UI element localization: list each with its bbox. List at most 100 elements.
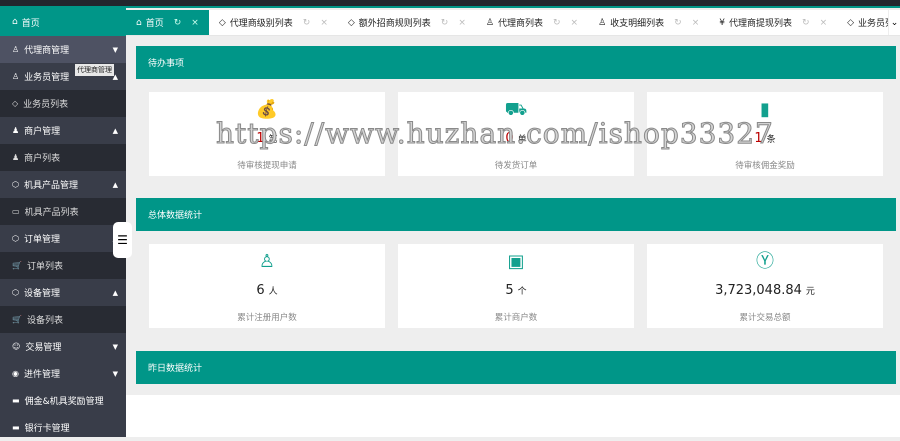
sidebar-item[interactable]: ⬡ 设备管理 ▲ [0, 279, 126, 306]
refresh-icon[interactable]: ↻ [174, 18, 182, 28]
sidebar-item-label: 商户列表 [24, 154, 61, 164]
sidebar-item-label: 代理商管理 [24, 46, 70, 56]
refresh-icon[interactable]: ↻ [303, 18, 311, 28]
sidebar-item[interactable]: ☺ 交易管理 ▼ [0, 333, 126, 360]
tab[interactable]: ⌂ 首页 ↻ × [126, 10, 209, 35]
stat-unit: 单 [517, 135, 527, 145]
users-icon: ♟ [12, 126, 20, 135]
top-bar [0, 0, 900, 8]
user-icon: ♙ [258, 251, 276, 272]
refresh-icon[interactable]: ↻ [674, 18, 682, 28]
stat-value: 3,723,048.84 元 [715, 283, 815, 301]
refresh-icon[interactable]: ↻ [441, 18, 449, 28]
home-icon: ⌂ [136, 17, 142, 28]
sidebar-item-label: 交易管理 [25, 343, 62, 353]
sidebar-item-label: 进件管理 [23, 370, 60, 380]
stat-card[interactable]: ♙ 6 人累计注册用户数 [149, 244, 385, 328]
yesterday-body [126, 395, 900, 437]
refresh-icon[interactable]: ↻ [802, 18, 810, 28]
sidebar-item[interactable]: ▬ 佣金&机具奖励管理 [0, 387, 126, 414]
stat-value: 6人 [256, 283, 277, 301]
box-icon: ⬡ [12, 234, 19, 243]
stat-label: 待发货订单 [494, 161, 538, 171]
chevron-down-icon[interactable]: ⌄ [888, 10, 900, 35]
diamond-icon: ◇ [347, 17, 355, 28]
sidebar-item[interactable]: ♟ 商户管理 ▲ [0, 117, 126, 144]
card-icon: ▬ [12, 423, 20, 432]
tab[interactable]: ◇ 代理商级别列表 ↻ × [209, 10, 338, 35]
sidebar-item-label: 机具产品管理 [23, 181, 78, 191]
caret-down-icon: ▼ [112, 369, 118, 378]
yen-circle-icon: Ⓨ [756, 251, 774, 272]
stat-card[interactable]: Ⓨ 3,723,048.84 元累计交易总额 [647, 244, 883, 328]
stat-label: 累计注册用户数 [237, 313, 297, 323]
stat-card[interactable]: ▮ 1 条待审核佣金奖励 [647, 92, 883, 176]
sidebar-item[interactable]: ◇ 业务员列表 [0, 90, 126, 117]
stat-card[interactable]: 💰 1 笔待审核提现申请 [149, 92, 385, 176]
stat-value: 0单 [505, 131, 526, 149]
yen-icon: ¥ [719, 17, 725, 28]
close-icon[interactable]: × [458, 18, 466, 28]
box-icon: ⬡ [12, 180, 19, 189]
sidebar-item-label: 设备列表 [26, 316, 63, 326]
sidebar-item[interactable]: ⬡订单管理▲ [0, 225, 126, 252]
caret-up-icon: ▲ [112, 126, 118, 135]
sidebar-item-label: 订单管理 [23, 235, 60, 245]
card-icon: ▬ [12, 396, 20, 405]
close-icon[interactable]: × [692, 18, 700, 28]
sidebar-item[interactable]: ♙ 代理商管理 ▼ [0, 36, 126, 63]
tab[interactable]: ♙ 收支明细列表 ↻ × [588, 10, 709, 35]
diamond-icon: ◇ [218, 17, 226, 28]
tooltip: 代理商管理 [75, 64, 114, 76]
close-icon[interactable]: × [320, 18, 328, 28]
sidebar-item[interactable]: ◉ 进件管理 ▼ [0, 360, 126, 387]
sidebar-item[interactable]: ♟ 商户列表 [0, 144, 126, 171]
stat-unit: 笔 [268, 135, 278, 145]
sidebar-item-label: 业务员列表 [23, 100, 69, 110]
tab-label: 代理商列表 [497, 19, 543, 29]
tab[interactable]: ◇ 额外招商规则列表 ↻ × [338, 10, 476, 35]
truck-icon: ⛟ [504, 99, 528, 120]
documents-icon: ▮ [760, 99, 770, 120]
sidebar-item[interactable]: ▭ 机具产品列表 [0, 198, 126, 225]
caret-down-icon: ▼ [112, 342, 118, 351]
close-icon[interactable]: × [571, 18, 579, 28]
stat-card[interactable]: ⛟ 0 单待发货订单 [398, 92, 634, 176]
window-icon: ▣ [507, 251, 525, 272]
sidebar-item[interactable]: ⬡ 机具产品管理 ▲ [0, 171, 126, 198]
cart-icon: 🛒 [12, 315, 22, 324]
stat-value: 1笔 [256, 131, 277, 149]
sidebar-item-label: 设备管理 [23, 289, 60, 299]
tab[interactable]: ♙ 代理商列表 ↻ × [476, 10, 588, 35]
compass-icon: ◉ [12, 369, 19, 378]
users-icon: ♟ [12, 153, 20, 162]
smile-icon: ☺ [12, 342, 21, 351]
caret-down-icon: ▼ [112, 45, 118, 54]
todo-cards: 💰 1 笔待审核提现申请 ⛟ 0 单待发货订单 ▮ 1 条待审核佣金奖励 [136, 92, 896, 176]
user-icon: ♙ [485, 17, 494, 28]
close-icon[interactable]: × [191, 18, 199, 28]
stat-label: 累计商户数 [494, 313, 538, 323]
sidebar-item-label: 业务员管理 [24, 73, 70, 83]
sidebar-item[interactable]: 🛒 设备列表 [0, 306, 126, 333]
stat-label: 待审核佣金奖励 [735, 161, 795, 171]
sidebar-home[interactable]: ⌂ 首页 [0, 8, 126, 36]
close-icon[interactable]: × [820, 18, 828, 28]
stat-unit: 条 [766, 135, 776, 145]
sidebar-item-label: 机具产品列表 [24, 208, 79, 218]
stat-value: 5个 [505, 283, 526, 301]
tab-label: 收支明细列表 [610, 19, 665, 29]
sidebar-item[interactable]: 🛒 订单列表 [0, 252, 126, 279]
tab-label: 首页 [145, 19, 164, 29]
stat-unit: 元 [805, 287, 815, 297]
tab[interactable]: ¥ 代理商提现列表 ↻ × [709, 10, 837, 35]
list-icon: ▭ [12, 207, 20, 216]
sidebar-item-label: 商户管理 [24, 127, 61, 137]
money-bag-icon: 💰 [255, 99, 279, 120]
stat-number: 3,723,048.84 [715, 283, 802, 298]
section-header-yesterday: 昨日数据统计 [136, 351, 896, 384]
refresh-icon[interactable]: ↻ [553, 18, 561, 28]
sidebar-toggle-button[interactable]: ☰ [113, 222, 132, 258]
stat-card[interactable]: ▣ 5 个累计商户数 [398, 244, 634, 328]
stat-number: 1 [754, 131, 763, 146]
